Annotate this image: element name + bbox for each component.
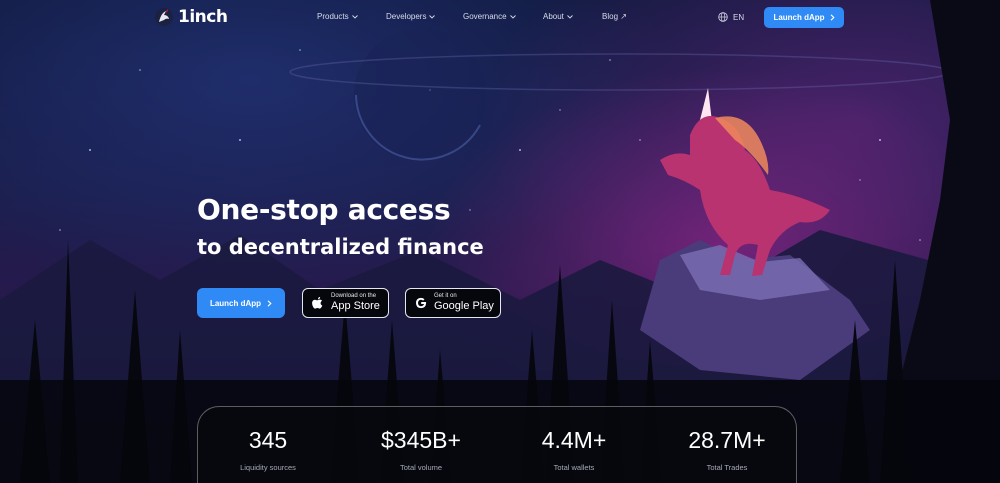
nav-label: About	[543, 12, 564, 21]
planet	[289, 29, 951, 161]
language-label: EN	[733, 12, 745, 22]
stat-total-volume: $345B+ Total volume	[346, 425, 496, 472]
hero-title: One-stop access	[197, 193, 451, 226]
chevron-down-icon	[509, 14, 516, 19]
app-store-button[interactable]: Download on the App Store	[302, 288, 389, 318]
stat-label: Total Trades	[706, 463, 748, 472]
chevron-down-icon	[351, 14, 358, 19]
nav-products[interactable]: Products	[317, 12, 358, 21]
nav-label: Governance	[463, 12, 507, 21]
hero-subtitle: to decentralized finance	[197, 235, 484, 259]
main-nav: Products Developers Governance About Blo…	[0, 12, 1000, 26]
app-store-text: Download on the App Store	[331, 293, 380, 313]
stat-label: Total wallets	[553, 463, 595, 472]
chevron-down-icon	[429, 14, 436, 19]
app-store-big: App Store	[331, 300, 380, 312]
app-store-small: Download on the	[331, 293, 377, 299]
nav-governance[interactable]: Governance	[463, 12, 516, 21]
top-navigation-bar: 1inch Products Developers Governance Abo…	[0, 0, 1000, 36]
stat-total-trades: 28.7M+ Total Trades	[652, 425, 802, 472]
launch-dapp-label: Launch dApp	[209, 298, 262, 308]
google-play-small: Get it on	[434, 293, 457, 299]
stat-value: 345	[248, 427, 288, 453]
chevron-right-icon	[830, 14, 835, 21]
nav-developers[interactable]: Developers	[386, 12, 436, 21]
nav-about[interactable]: About	[543, 12, 573, 21]
google-play-text: Get it on Google Play	[434, 293, 494, 313]
launch-dapp-button-hero[interactable]: Launch dApp	[197, 288, 285, 318]
stat-value: 28.7M+	[688, 427, 766, 453]
language-selector[interactable]: EN	[718, 12, 744, 22]
google-play-icon	[416, 297, 427, 309]
chevron-right-icon	[267, 299, 272, 307]
stat-liquidity-sources: 345 Liquidity sources	[193, 425, 343, 472]
nav-label: Developers	[386, 12, 427, 21]
stat-value: 4.4M+	[541, 427, 607, 453]
stat-label: Liquidity sources	[240, 463, 296, 472]
stats-panel: 345 Liquidity sources $345B+ Total volum…	[197, 406, 797, 483]
launch-dapp-button-header[interactable]: Launch dApp	[764, 7, 844, 28]
chevron-down-icon	[567, 14, 573, 19]
stat-total-wallets: 4.4M+ Total wallets	[499, 425, 649, 472]
globe-icon	[718, 12, 728, 22]
google-play-big: Google Play	[434, 300, 494, 312]
nav-label: Products	[317, 12, 349, 21]
stat-label: Total volume	[399, 463, 443, 472]
google-play-button[interactable]: Get it on Google Play	[405, 288, 501, 318]
launch-dapp-label: Launch dApp	[773, 13, 825, 22]
stat-value: $345B+	[381, 427, 461, 453]
apple-icon	[312, 296, 323, 309]
nav-label: Blog ↗	[602, 12, 627, 21]
nav-blog[interactable]: Blog ↗	[602, 12, 627, 21]
